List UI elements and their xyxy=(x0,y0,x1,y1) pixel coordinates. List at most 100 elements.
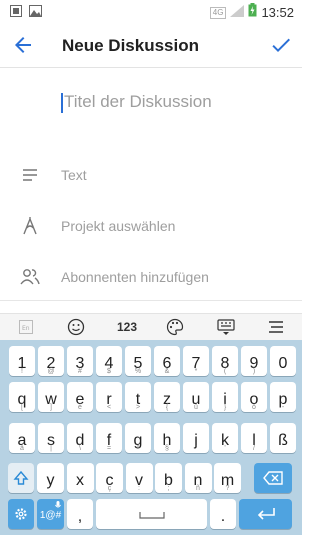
shift-icon xyxy=(13,470,29,485)
key-g[interactable]: g ^ xyxy=(125,423,151,453)
key-p[interactable]: p- xyxy=(270,382,296,412)
backspace-key[interactable] xyxy=(254,463,292,493)
key-secondary-label: < xyxy=(106,404,112,411)
add-subscribers-row[interactable]: Abonnenten hinzufügen xyxy=(0,252,302,302)
key-u[interactable]: uü xyxy=(183,382,209,412)
key-f[interactable]: f = xyxy=(96,423,122,453)
numbers-key[interactable]: 123 xyxy=(112,317,142,337)
text-field-label: Text xyxy=(61,167,87,183)
comma-key-label: , xyxy=(77,508,83,525)
key-7[interactable]: 7 * xyxy=(183,346,209,376)
project-select-row[interactable]: Projekt auswählen xyxy=(0,201,302,251)
gear-icon xyxy=(15,508,27,520)
key-secondary-label: \ xyxy=(79,445,81,452)
key-r[interactable]: r < xyxy=(96,382,122,412)
key-secondary-label: ü xyxy=(194,404,198,411)
key-m[interactable]: m? xyxy=(214,463,241,493)
key-secondary-label: ? xyxy=(225,485,230,492)
language-icon[interactable]: En xyxy=(16,317,36,337)
settings-key[interactable] xyxy=(8,499,34,529)
key-secondary-label: > xyxy=(135,404,141,411)
key-y[interactable]: y xyxy=(37,463,64,493)
backspace-icon xyxy=(263,471,283,485)
key-secondary-label: ; xyxy=(167,485,170,492)
confirm-button[interactable] xyxy=(269,33,293,57)
notification-icon xyxy=(10,4,22,22)
key-secondary-label: [ xyxy=(21,404,23,411)
back-button[interactable] xyxy=(11,33,35,57)
enter-icon xyxy=(257,508,275,520)
palette-icon[interactable] xyxy=(164,317,186,337)
key-secondary-label: ) xyxy=(252,368,256,375)
text-lines-icon xyxy=(20,165,40,185)
discussion-title-input[interactable]: Titel der Diskussion xyxy=(64,92,212,112)
divider xyxy=(0,300,302,301)
key-secondary-label: $ xyxy=(107,368,111,375)
shift-key[interactable] xyxy=(8,463,34,493)
key-q[interactable]: q[ xyxy=(9,382,35,412)
key-secondary-label: } xyxy=(223,404,227,411)
key-9[interactable]: 9) xyxy=(241,346,267,376)
key-ß[interactable]: ß xyxy=(270,423,296,453)
people-icon xyxy=(20,267,40,287)
key-b[interactable]: b; xyxy=(155,463,182,493)
key-a[interactable]: aä xyxy=(9,423,35,453)
key-z[interactable]: z{ xyxy=(154,382,180,412)
key-secondary-label: ^ xyxy=(136,445,140,452)
key-secondary-label: : xyxy=(138,485,140,492)
symbols-key[interactable]: 1@# xyxy=(37,499,64,529)
comma-key[interactable]: , xyxy=(67,499,93,529)
key-j[interactable]: j " xyxy=(183,423,209,453)
key-secondary-label: ( xyxy=(223,368,227,375)
app-bar: Neue Diskussion xyxy=(0,22,302,68)
key-secondary-label: § xyxy=(165,445,169,452)
key-secondary-label: ñ xyxy=(196,485,200,492)
period-key-label: . xyxy=(220,508,226,525)
menu-icon[interactable] xyxy=(265,317,287,337)
key-secondary-label: ] xyxy=(50,404,52,411)
key-n[interactable]: nñ xyxy=(184,463,212,493)
signal-icon xyxy=(230,4,245,22)
network-type: 4G xyxy=(209,6,227,19)
keyboard-hide-icon[interactable] xyxy=(215,317,237,337)
key-3[interactable]: 3 # xyxy=(67,346,93,376)
key-1[interactable]: 1! xyxy=(9,346,35,376)
key-2[interactable]: 2 @ xyxy=(38,346,64,376)
key-e[interactable]: eé xyxy=(67,382,93,412)
key-secondary-label: & xyxy=(164,368,170,375)
key-s[interactable]: s | xyxy=(38,423,64,453)
key-o[interactable]: oö xyxy=(241,382,267,412)
space-icon xyxy=(139,512,165,519)
key-5[interactable]: 5% xyxy=(125,346,151,376)
key-8[interactable]: 8( xyxy=(212,346,238,376)
enter-key[interactable] xyxy=(239,499,292,529)
project-select-label: Projekt auswählen xyxy=(61,218,176,234)
key-c[interactable]: cç xyxy=(96,463,123,493)
key-v[interactable]: v: xyxy=(125,463,153,493)
key-label: y xyxy=(46,472,55,489)
key-w[interactable]: w] xyxy=(38,382,64,412)
key-secondary-label: @ xyxy=(47,368,55,375)
key-d[interactable]: d \ xyxy=(67,423,93,453)
key-secondary-label: ö xyxy=(252,404,256,411)
key-secondary-label: " xyxy=(194,445,198,452)
key-4[interactable]: 4 $ xyxy=(96,346,122,376)
emoji-icon[interactable] xyxy=(65,317,87,337)
key-6[interactable]: 6 & xyxy=(154,346,180,376)
text-field-row[interactable]: Text xyxy=(0,150,302,200)
key-t[interactable]: t > xyxy=(125,382,151,412)
keyboard-toolbar: En 123 xyxy=(0,313,302,340)
key-i[interactable]: i} xyxy=(212,382,238,412)
text-cursor xyxy=(61,93,63,113)
space-key[interactable] xyxy=(96,499,207,529)
add-subscribers-label: Abonnenten hinzufügen xyxy=(61,269,209,285)
page-title: Neue Diskussion xyxy=(62,36,199,55)
period-key[interactable]: . xyxy=(210,499,236,529)
key-h[interactable]: h § xyxy=(154,423,180,453)
symbols-key-label: 1@# xyxy=(39,510,62,521)
key-0[interactable]: 0 xyxy=(270,346,296,376)
key-k[interactable]: k ' xyxy=(212,423,238,453)
key-l[interactable]: l / xyxy=(241,423,267,453)
project-icon xyxy=(20,216,40,236)
key-x[interactable]: x xyxy=(66,463,94,493)
